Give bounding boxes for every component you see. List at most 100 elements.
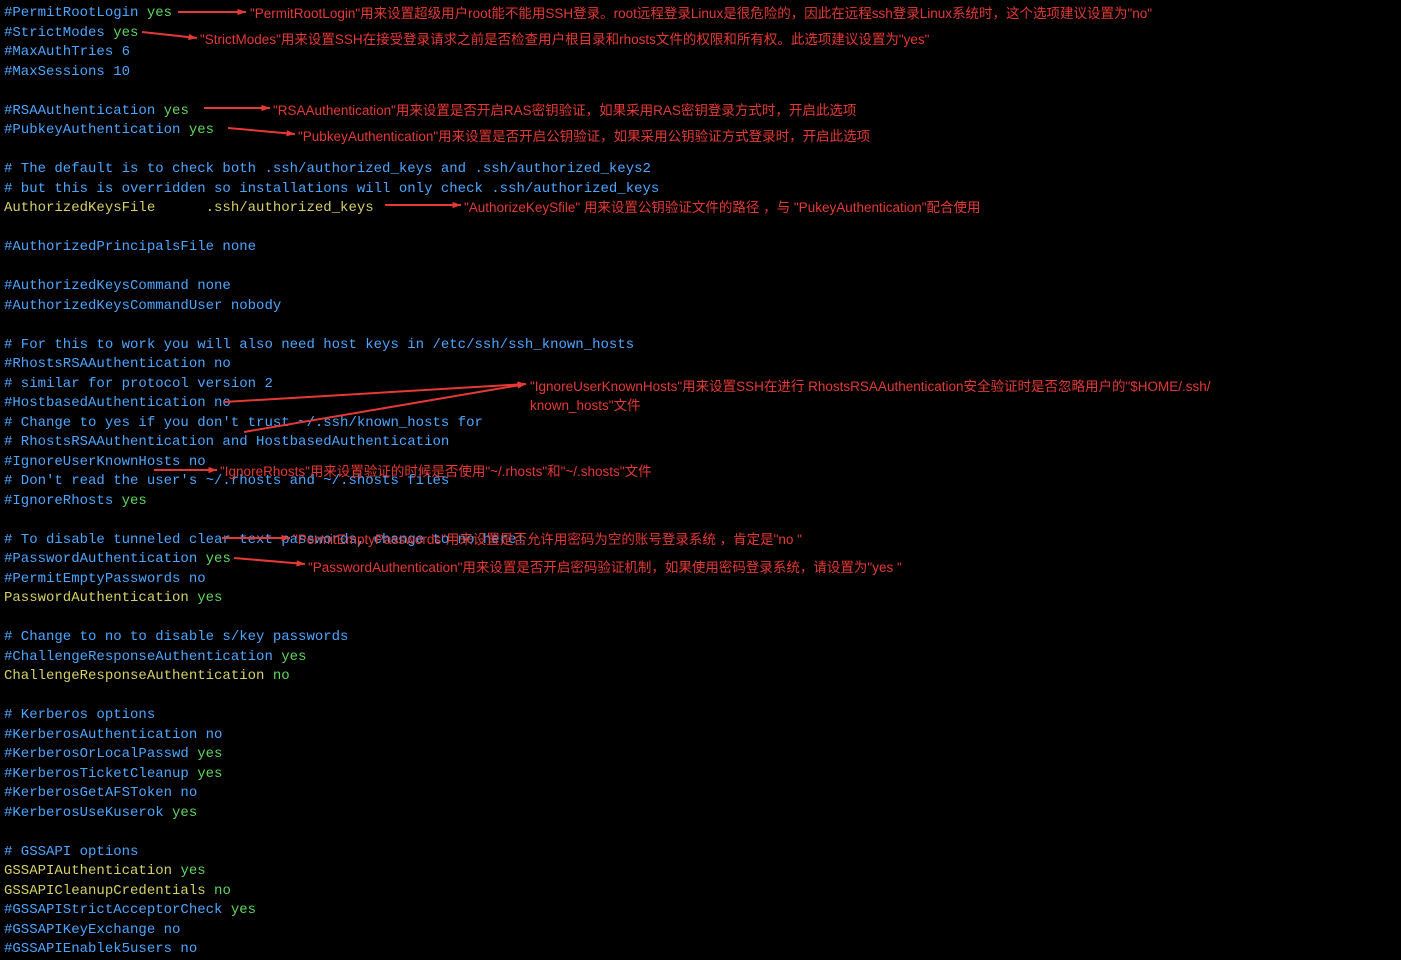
config-line: # RhostsRSAAuthentication and HostbasedA…	[4, 433, 1397, 453]
config-text: #ChallengeResponseAuthentication	[4, 649, 281, 665]
config-line: #KerberosTicketCleanup yes	[4, 765, 1397, 785]
config-text: # For this to work you will also need ho…	[4, 337, 634, 353]
config-text: yes	[206, 551, 231, 567]
config-text: #RhostsRSAAuthentication no	[4, 356, 231, 372]
config-line: GSSAPIAuthentication yes	[4, 862, 1397, 882]
config-text: #KerberosUseKuserok	[4, 805, 172, 821]
config-line: # Kerberos options	[4, 706, 1397, 726]
config-text: # The default is to check both .ssh/auth…	[4, 161, 651, 177]
config-text: # RhostsRSAAuthentication and HostbasedA…	[4, 434, 449, 450]
annotation-text: "PubkeyAuthentication"用来设置是否开启公钥验证，如果采用公…	[298, 127, 870, 147]
config-text: #KerberosTicketCleanup	[4, 766, 197, 782]
annotation-text: "IgnoreUserKnownHosts"用来设置SSH在进行 RhostsR…	[530, 377, 1211, 397]
config-text: GSSAPIAuthentication	[4, 863, 180, 879]
annotation-text: known_hosts"文件	[530, 396, 641, 416]
config-text: yes	[122, 493, 147, 509]
config-text: yes	[281, 649, 306, 665]
config-line: #KerberosAuthentication no	[4, 726, 1397, 746]
config-line: # GSSAPI options	[4, 843, 1397, 863]
annotation-text: "StrictModes"用来设置SSH在接受登录请求之前是否检查用户根目录和r…	[200, 30, 929, 50]
config-text: # Change to no to disable s/key password…	[4, 629, 348, 645]
annotation-text: "PermitEmptyPasswords"用来设置是否允许用密码为空的账号登录…	[293, 530, 802, 550]
config-text: no	[273, 668, 290, 684]
config-text: #GSSAPIEnablek5users no	[4, 941, 197, 957]
config-text: yes	[197, 746, 222, 762]
config-line: # Don't read the user's ~/.rhosts and ~/…	[4, 472, 1397, 492]
annotation-text: "PasswordAuthentication"用来设置是否开启密码验证机制，如…	[308, 558, 902, 578]
config-line: #GSSAPIStrictAcceptorCheck yes	[4, 901, 1397, 921]
config-line: # The default is to check both .ssh/auth…	[4, 160, 1397, 180]
config-text: #MaxAuthTries 6	[4, 44, 130, 60]
config-line: #ChallengeResponseAuthentication yes	[4, 648, 1397, 668]
annotation-text: "AuthorizeKeySfile" 用来设置公钥验证文件的路径 ，与 "Pu…	[464, 198, 981, 218]
config-line: GSSAPICleanupCredentials no	[4, 882, 1397, 902]
config-text: yes	[197, 766, 222, 782]
config-text: AuthorizedKeysFile .ssh/authorized_keys	[4, 200, 374, 216]
config-text: #IgnoreRhosts	[4, 493, 122, 509]
config-line: #KerberosGetAFSToken no	[4, 784, 1397, 804]
config-line: #KerberosUseKuserok yes	[4, 804, 1397, 824]
config-text: # similar for protocol version 2	[4, 376, 273, 392]
config-text: PasswordAuthentication	[4, 590, 197, 606]
config-text: #MaxSessions 10	[4, 64, 130, 80]
config-text: #PermitEmptyPasswords no	[4, 571, 206, 587]
config-text: #KerberosAuthentication no	[4, 727, 222, 743]
annotation-text: "RSAAuthentication"用来设置是否开启RAS密钥验证，如果采用R…	[273, 101, 856, 121]
config-text: #KerberosGetAFSToken no	[4, 785, 197, 801]
config-text: #AuthorizedKeysCommand none	[4, 278, 231, 294]
config-text: no	[214, 883, 231, 899]
config-line: #GSSAPIKeyExchange no	[4, 921, 1397, 941]
config-line	[4, 823, 1397, 843]
config-line: #KerberosOrLocalPasswd yes	[4, 745, 1397, 765]
config-line: #MaxSessions 10	[4, 63, 1397, 83]
config-text: #KerberosOrLocalPasswd	[4, 746, 197, 762]
config-line	[4, 258, 1397, 278]
config-line	[4, 687, 1397, 707]
config-text: #GSSAPIStrictAcceptorCheck	[4, 902, 231, 918]
config-text: yes	[172, 805, 197, 821]
config-text: # but this is overridden so installation…	[4, 181, 659, 197]
config-text: ChallengeResponseAuthentication	[4, 668, 273, 684]
config-text: #RSAAuthentication	[4, 103, 164, 119]
annotation-text: "PermitRootLogin"用来设置超级用户root能不能用SSH登录。r…	[250, 4, 1152, 24]
config-text: yes	[180, 863, 205, 879]
config-text: yes	[147, 5, 172, 21]
config-line: #AuthorizedKeysCommand none	[4, 277, 1397, 297]
config-text: yes	[113, 25, 138, 41]
config-line: ChallengeResponseAuthentication no	[4, 667, 1397, 687]
config-text: # Kerberos options	[4, 707, 155, 723]
config-text: #HostbasedAuthentication no	[4, 395, 231, 411]
config-line	[4, 316, 1397, 336]
config-line: #IgnoreUserKnownHosts no	[4, 453, 1397, 473]
config-line	[4, 609, 1397, 629]
config-text: GSSAPICleanupCredentials	[4, 883, 214, 899]
config-line: # For this to work you will also need ho…	[4, 336, 1397, 356]
config-line: PasswordAuthentication yes	[4, 589, 1397, 609]
config-text: #AuthorizedKeysCommandUser nobody	[4, 298, 281, 314]
config-text: #PermitRootLogin	[4, 5, 147, 21]
config-line: # but this is overridden so installation…	[4, 180, 1397, 200]
config-line	[4, 82, 1397, 102]
config-text: #PasswordAuthentication	[4, 551, 206, 567]
config-text: yes	[189, 122, 214, 138]
config-line	[4, 219, 1397, 239]
config-text: #IgnoreUserKnownHosts no	[4, 454, 206, 470]
config-line: #AuthorizedKeysCommandUser nobody	[4, 297, 1397, 317]
config-text: yes	[231, 902, 256, 918]
config-text: # GSSAPI options	[4, 844, 138, 860]
config-line: #IgnoreRhosts yes	[4, 492, 1397, 512]
config-line: #RhostsRSAAuthentication no	[4, 355, 1397, 375]
config-line	[4, 511, 1397, 531]
config-line: # Change to no to disable s/key password…	[4, 628, 1397, 648]
terminal-output: #PermitRootLogin yes#StrictModes yes#Max…	[4, 4, 1397, 960]
config-text: #PubkeyAuthentication	[4, 122, 189, 138]
config-line: #HostbasedAuthentication no	[4, 394, 1397, 414]
config-text: yes	[197, 590, 222, 606]
config-line: #AuthorizedPrincipalsFile none	[4, 238, 1397, 258]
config-line: #GSSAPIEnablek5users no	[4, 940, 1397, 960]
config-text: yes	[164, 103, 189, 119]
config-text: # Change to yes if you don't trust ~/.ss…	[4, 415, 483, 431]
annotation-text: "IgnoreRhosts"用来设置验证的时候是否使用"~/.rhosts"和"…	[220, 462, 652, 482]
config-text: #StrictModes	[4, 25, 113, 41]
config-line: # Change to yes if you don't trust ~/.ss…	[4, 414, 1397, 434]
